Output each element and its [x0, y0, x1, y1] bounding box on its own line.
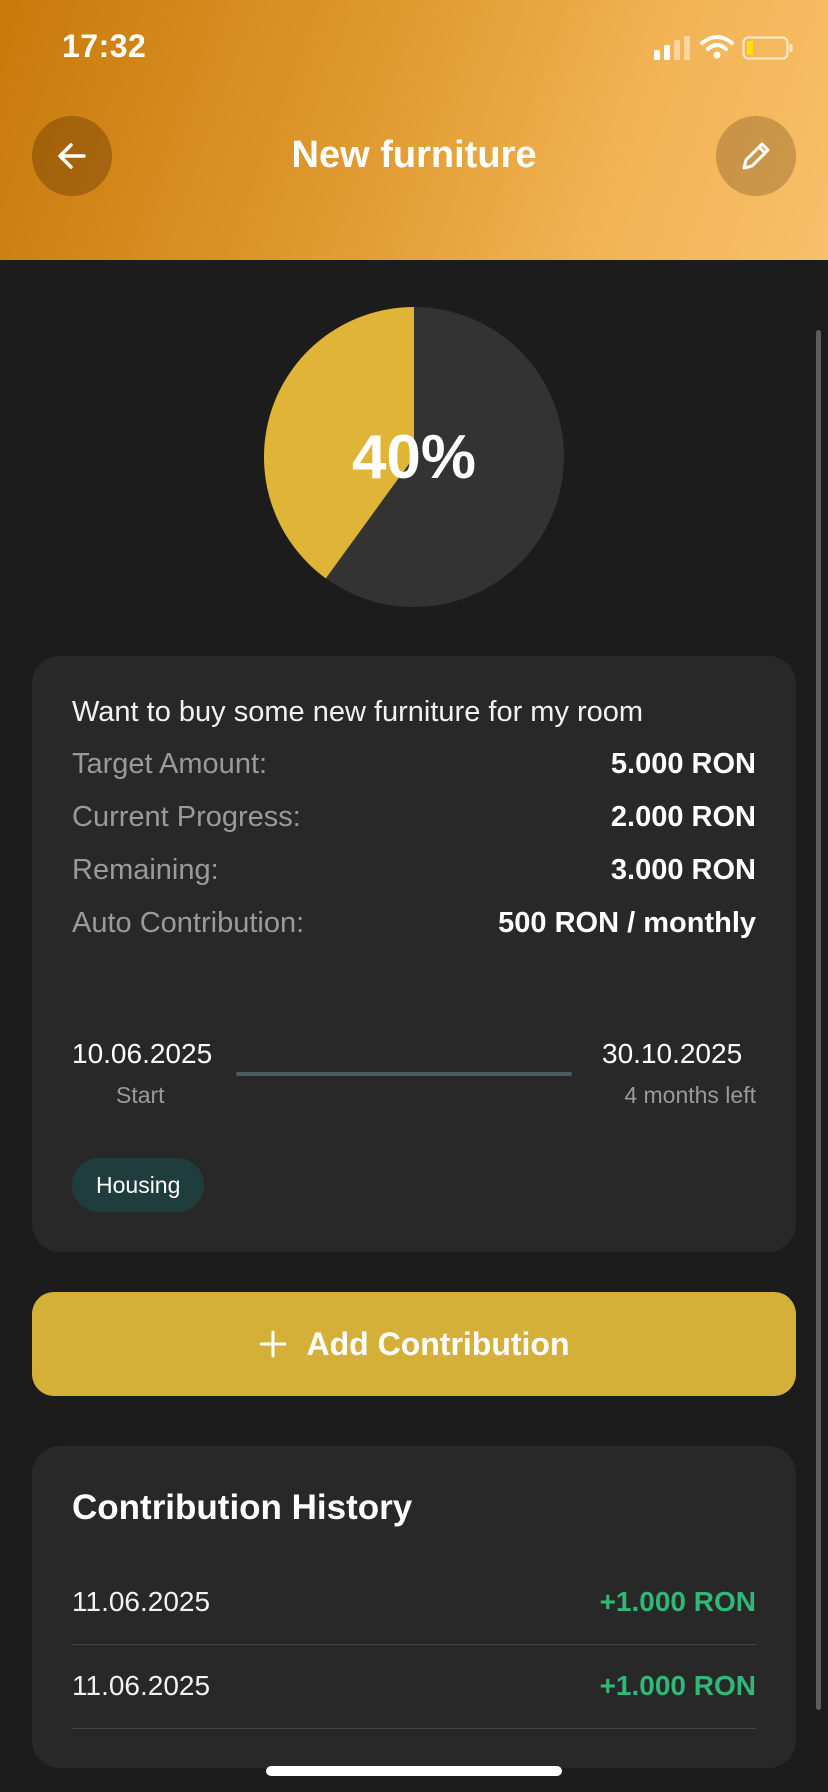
- contribution-history-card: Contribution History 11.06.2025 +1.000 R…: [32, 1446, 796, 1768]
- history-list-item: 11.06.2025 +1.000 RON: [72, 1644, 756, 1729]
- wifi-icon: [700, 35, 734, 59]
- auto-contribution-value: 500 RON / monthly: [498, 906, 756, 939]
- home-indicator[interactable]: [266, 1766, 562, 1776]
- history-title: Contribution History: [72, 1488, 413, 1527]
- remaining-label: Remaining:: [72, 853, 219, 886]
- pencil-icon: [742, 142, 770, 170]
- status-icons: [654, 34, 794, 64]
- goal-details-card: Want to buy some new furniture for my ro…: [32, 656, 796, 1252]
- status-time: 17:32: [62, 28, 147, 64]
- plus-icon: [259, 1330, 287, 1358]
- remaining-value: 3.000 RON: [610, 853, 756, 886]
- target-amount-row: [72, 1402, 756, 1442]
- history-item-date: 11.06.2025: [72, 1670, 211, 1701]
- current-progress-label: Current Progress:: [72, 800, 301, 833]
- history-item-amount: +1.000 RON: [599, 1670, 756, 1701]
- end-date: 30.10.2025: [602, 1038, 743, 1069]
- target-amount-value: 5.000 RON: [610, 747, 756, 780]
- remaining-row: Remaining: 3.000 RON: [72, 850, 756, 890]
- scrollbar[interactable]: [816, 330, 821, 1710]
- history-list-item: 11.06.2025 +1.000 RON: [72, 1560, 756, 1645]
- category-badge: Housing: [72, 1158, 205, 1212]
- page-title: New furniture: [291, 134, 537, 176]
- auto-contribution-row: Auto Contribution: 500 RON / monthly: [72, 903, 756, 943]
- cellular-signal-icon: [654, 36, 690, 60]
- battery-low-icon: [742, 36, 793, 60]
- target-amount-row: Target Amount: 5.000 RON: [72, 744, 756, 784]
- auto-contribution-label: Auto Contribution:: [72, 906, 305, 939]
- current-progress-value: 2.000 RON: [610, 800, 756, 833]
- history-item-date: 11.06.2025: [72, 1586, 211, 1617]
- start-date: 10.06.2025: [72, 1038, 213, 1069]
- history-item-amount: +1.000 RON: [599, 1586, 756, 1617]
- timeline-progress-fill: [236, 1072, 572, 1076]
- current-progress-row: Current Progress: 2.000 RON: [72, 797, 756, 837]
- time-left-label: 4 months left: [624, 1082, 756, 1108]
- goal-description: Want to buy some new furniture for my ro…: [72, 696, 644, 728]
- edit-button[interactable]: [716, 116, 796, 196]
- add-contribution-label: Add Contribution: [306, 1325, 570, 1362]
- add-contribution-button[interactable]: Add Contribution: [32, 1292, 796, 1396]
- timeline-progress-bar: [236, 1072, 572, 1076]
- header: 17:32 New furniture: [0, 0, 828, 260]
- target-amount-label: Target Amount:: [72, 747, 268, 780]
- progress-percent-label: 40%: [351, 422, 477, 492]
- start-label: Start: [116, 1082, 165, 1108]
